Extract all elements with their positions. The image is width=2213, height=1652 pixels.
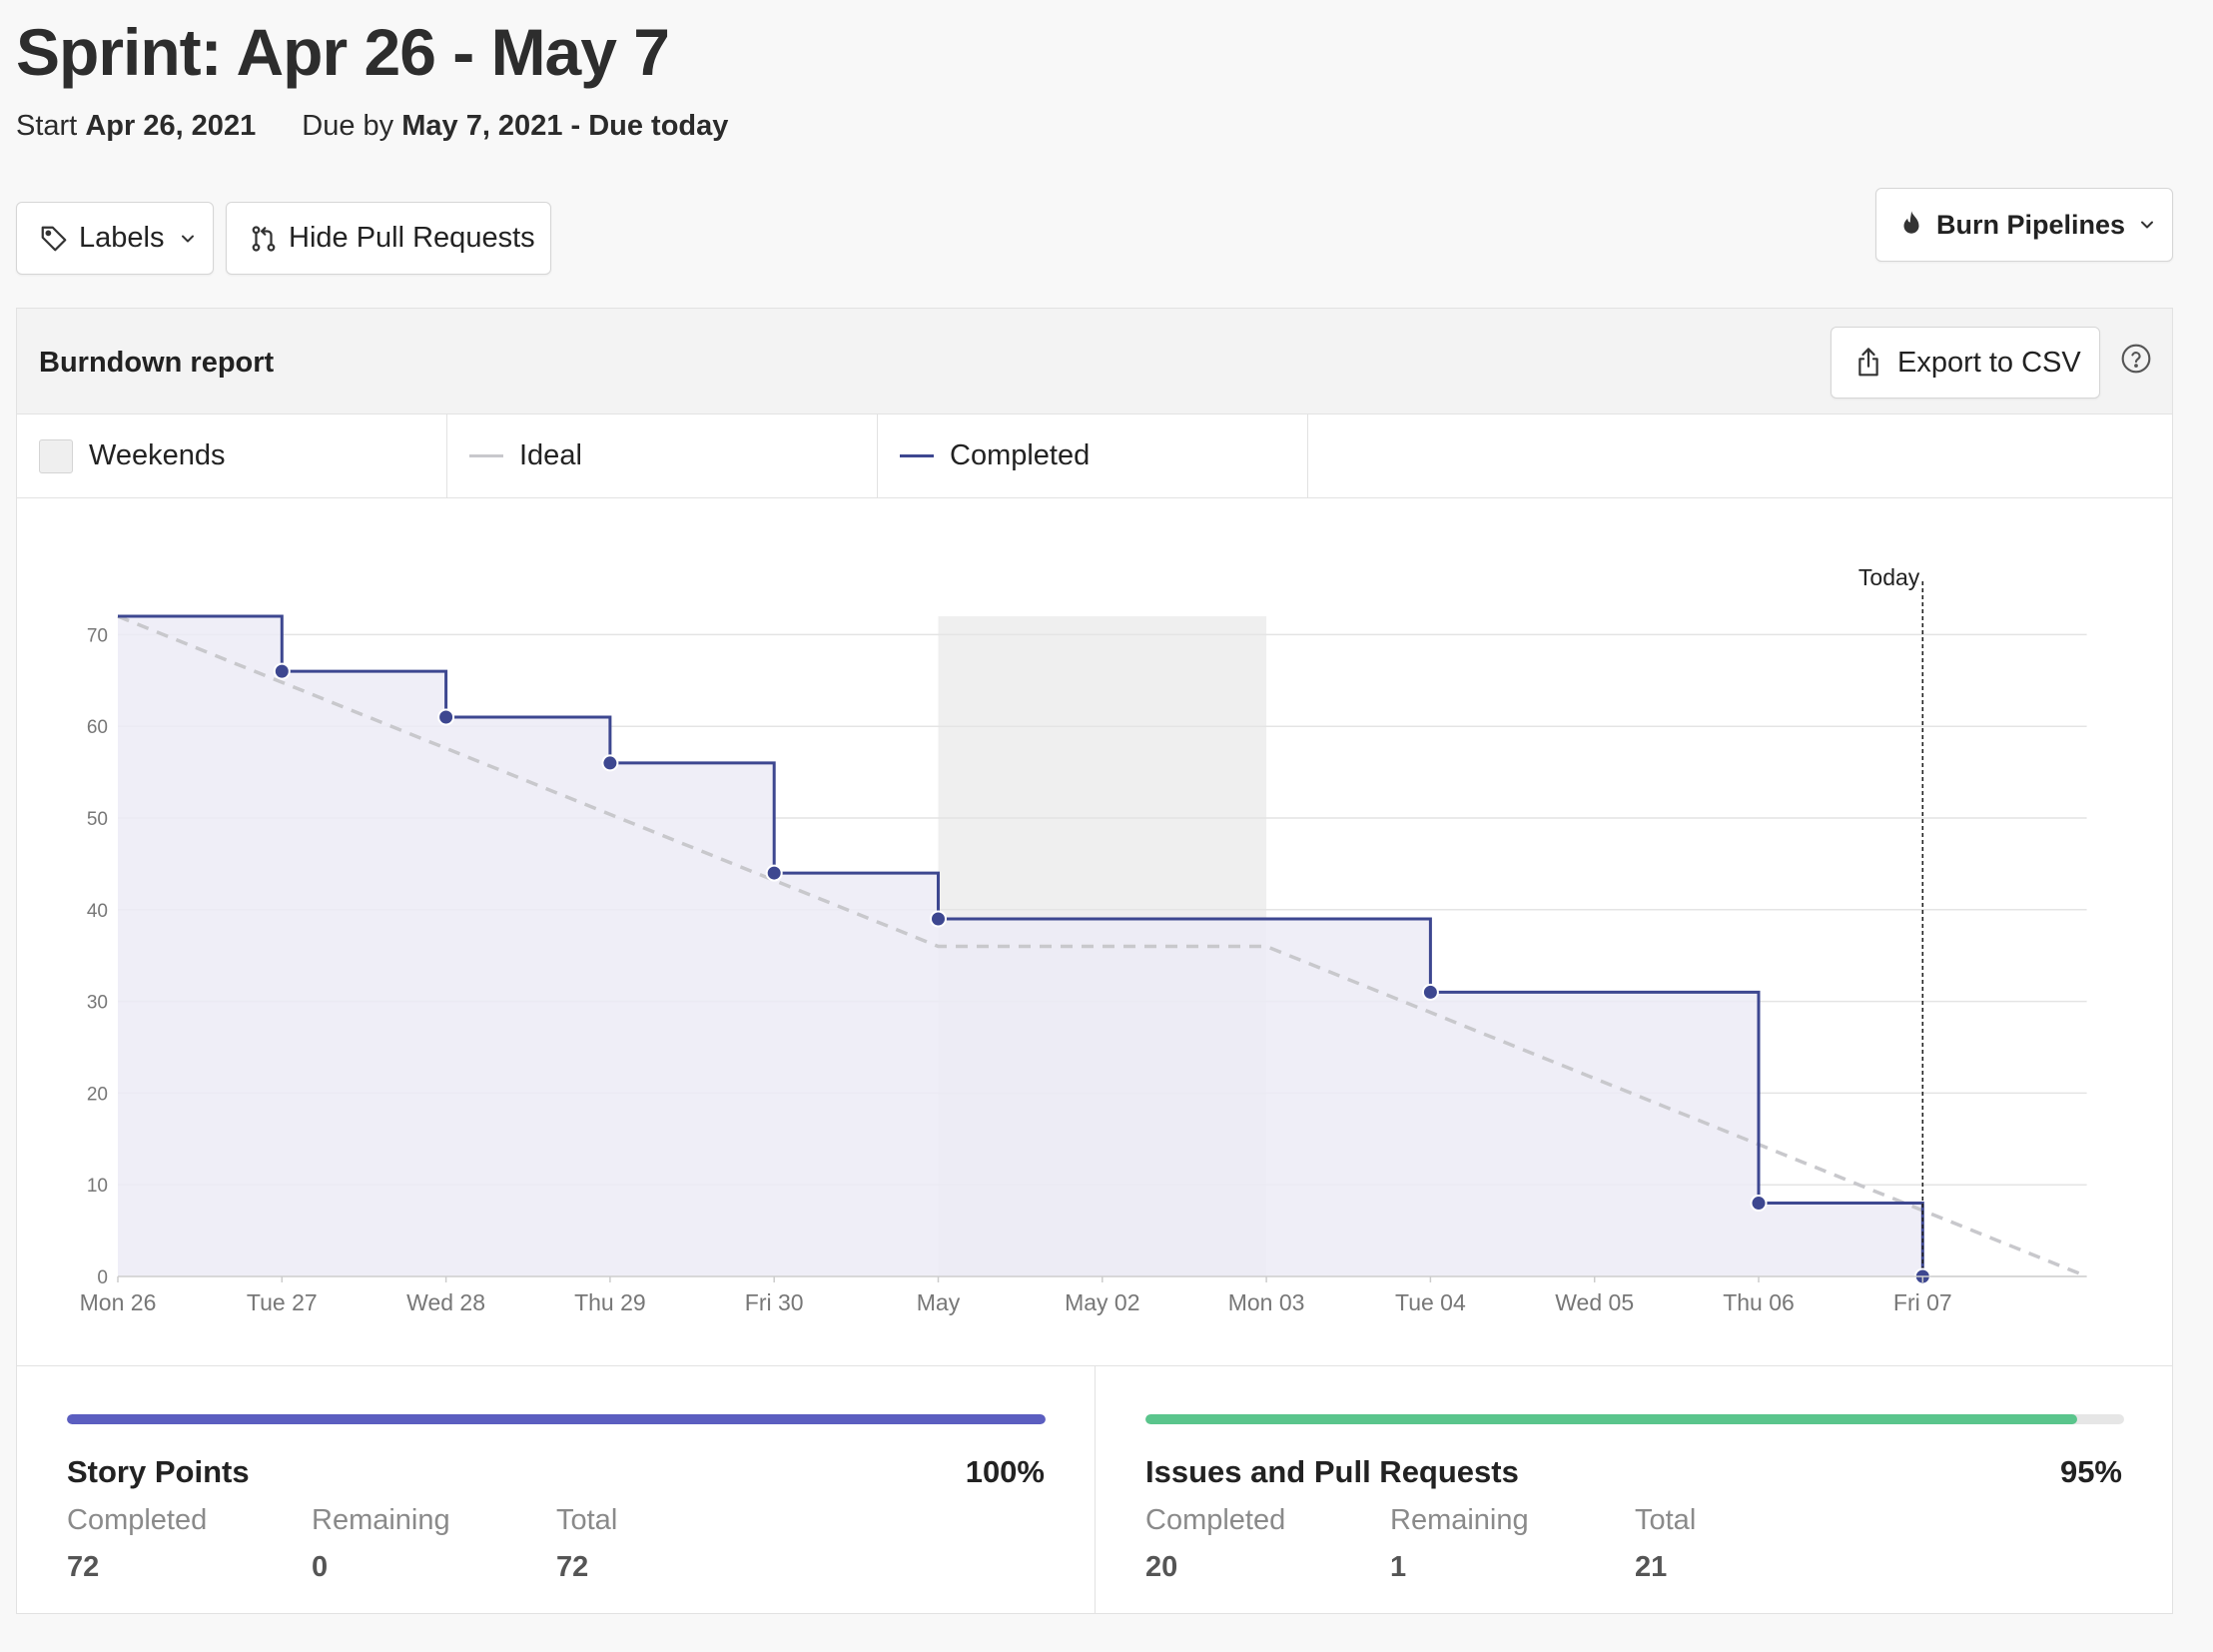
x-tick-label: May 02 bbox=[1065, 1289, 1139, 1315]
completed-point bbox=[1750, 1195, 1768, 1213]
story-points-title: Story Points bbox=[67, 1454, 250, 1489]
x-tick-label: Fri 30 bbox=[745, 1289, 804, 1315]
stat-value: 1 bbox=[1390, 1551, 1407, 1583]
stat-label: Completed bbox=[67, 1504, 208, 1536]
x-tick-label: Fri 07 bbox=[1893, 1289, 1952, 1315]
completed-point bbox=[273, 662, 291, 680]
report-header: Burndown report Export to CSV bbox=[17, 309, 2172, 414]
labels-button-label: Labels bbox=[79, 222, 165, 254]
hide-pull-requests-button[interactable]: Hide Pull Requests bbox=[226, 202, 551, 275]
burn-pipelines-label: Burn Pipelines bbox=[1936, 209, 2126, 240]
completed-point bbox=[437, 708, 455, 726]
stat-column: Total 21 bbox=[1635, 1504, 1879, 1584]
stat-value: 72 bbox=[556, 1551, 589, 1583]
x-tick-label: Tue 04 bbox=[1395, 1289, 1466, 1315]
y-tick-label: 40 bbox=[87, 901, 108, 922]
x-tick-label: Wed 05 bbox=[1555, 1289, 1634, 1315]
stat-label: Total bbox=[1635, 1504, 1697, 1536]
x-tick-label: Tue 27 bbox=[247, 1289, 318, 1315]
stats-section: Story Points 100% Completed 72 Remaining… bbox=[17, 1365, 2172, 1613]
burndown-chart-svg: 0 10 20 30 40 50 60 70 Today Mon 26 Tue 27 Wed 28 Th… bbox=[80, 564, 2088, 1315]
chevron-down-icon bbox=[2141, 221, 2154, 229]
legend-label-ideal: Ideal bbox=[519, 439, 582, 471]
tag-icon bbox=[41, 226, 67, 251]
legend-label-completed: Completed bbox=[950, 439, 1091, 471]
issues-progress-fill bbox=[1145, 1414, 2077, 1424]
due-date: May 7, 2021 - Due today bbox=[401, 110, 729, 142]
help-icon[interactable] bbox=[2120, 343, 2152, 375]
story-points-percent: 100% bbox=[965, 1454, 1045, 1489]
completed-point bbox=[601, 754, 619, 772]
legend-item-completed[interactable]: Completed bbox=[878, 414, 1308, 497]
stat-label: Remaining bbox=[312, 1504, 450, 1536]
due-label: Due by bbox=[302, 110, 394, 142]
stat-label: Remaining bbox=[1390, 1504, 1529, 1536]
y-tick-label: 20 bbox=[87, 1084, 108, 1105]
completed-point bbox=[1421, 983, 1439, 1001]
today-label: Today bbox=[1858, 564, 1920, 590]
flame-icon bbox=[1903, 211, 1919, 234]
x-tick-label: Mon 03 bbox=[1228, 1289, 1305, 1315]
issues-progress bbox=[1145, 1414, 2124, 1424]
story-points-columns: Completed 72 Remaining 0 Total 72 bbox=[67, 1504, 801, 1584]
sprint-dates: Start Apr 26, 2021 Due by May 7, 2021 - … bbox=[16, 110, 728, 143]
pull-request-icon bbox=[252, 225, 276, 252]
export-csv-button[interactable]: Export to CSV bbox=[1831, 327, 2100, 399]
ideal-swatch bbox=[469, 454, 503, 457]
stat-column: Total 72 bbox=[556, 1504, 801, 1584]
y-tick-label: 10 bbox=[87, 1176, 108, 1197]
export-csv-label: Export to CSV bbox=[1897, 346, 2081, 379]
stat-label: Total bbox=[556, 1504, 618, 1536]
start-date: Apr 26, 2021 bbox=[85, 110, 257, 142]
chart-legend: Weekends Ideal Completed bbox=[17, 414, 2172, 498]
x-tick-label: Thu 29 bbox=[574, 1289, 646, 1315]
x-tick-label: Mon 26 bbox=[80, 1289, 157, 1315]
story-points-panel: Story Points 100% Completed 72 Remaining… bbox=[17, 1366, 1095, 1613]
stat-value: 72 bbox=[67, 1551, 100, 1583]
completed-swatch bbox=[900, 454, 934, 457]
weekends-swatch bbox=[39, 438, 73, 473]
y-tick-label: 0 bbox=[97, 1267, 108, 1288]
issues-percent: 95% bbox=[2059, 1454, 2122, 1489]
burn-pipelines-button[interactable]: Burn Pipelines bbox=[1875, 188, 2173, 262]
x-tick-label: Wed 28 bbox=[406, 1289, 485, 1315]
labels-button[interactable]: Labels bbox=[16, 202, 214, 275]
issues-panel: Issues and Pull Requests 95% Completed 2… bbox=[1095, 1366, 2172, 1613]
issues-columns: Completed 20 Remaining 1 Total 21 bbox=[1145, 1504, 1879, 1584]
stat-column: Remaining 0 bbox=[312, 1504, 556, 1584]
y-tick-label: 60 bbox=[87, 717, 108, 738]
story-points-progress bbox=[67, 1414, 1046, 1424]
completed-point bbox=[765, 864, 783, 882]
legend-item-weekends[interactable]: Weekends bbox=[17, 414, 447, 497]
legend-label-weekends: Weekends bbox=[89, 439, 226, 471]
y-tick-label: 30 bbox=[87, 993, 108, 1014]
legend-item-ideal[interactable]: Ideal bbox=[447, 414, 878, 497]
report-title: Burndown report bbox=[39, 347, 275, 379]
stat-column: Remaining 1 bbox=[1390, 1504, 1635, 1584]
export-icon bbox=[1858, 348, 1878, 377]
completed-point bbox=[930, 910, 947, 928]
stat-label: Completed bbox=[1145, 1504, 1286, 1536]
burndown-chart: 0 10 20 30 40 50 60 70 Today Mon 26 Tue 27 Wed 28 Th… bbox=[17, 500, 2174, 1373]
hide-pull-requests-label: Hide Pull Requests bbox=[289, 222, 535, 254]
burndown-report: Burndown report Export to CSV Weekends I… bbox=[16, 308, 2173, 1614]
start-label: Start bbox=[16, 110, 78, 142]
issues-title: Issues and Pull Requests bbox=[1145, 1454, 1519, 1489]
y-tick-label: 70 bbox=[87, 625, 108, 646]
stat-value: 0 bbox=[312, 1551, 329, 1583]
stat-value: 20 bbox=[1145, 1551, 1178, 1583]
page-title: Sprint: Apr 26 - May 7 bbox=[16, 15, 670, 89]
story-points-progress-fill bbox=[67, 1414, 1046, 1424]
chevron-down-icon bbox=[182, 235, 195, 242]
x-tick-label: Thu 06 bbox=[1723, 1289, 1795, 1315]
stat-column: Completed 20 bbox=[1145, 1504, 1390, 1584]
y-tick-label: 50 bbox=[87, 809, 108, 830]
stat-column: Completed 72 bbox=[67, 1504, 312, 1584]
x-tick-label: May bbox=[917, 1289, 961, 1315]
stat-value: 21 bbox=[1635, 1551, 1668, 1583]
